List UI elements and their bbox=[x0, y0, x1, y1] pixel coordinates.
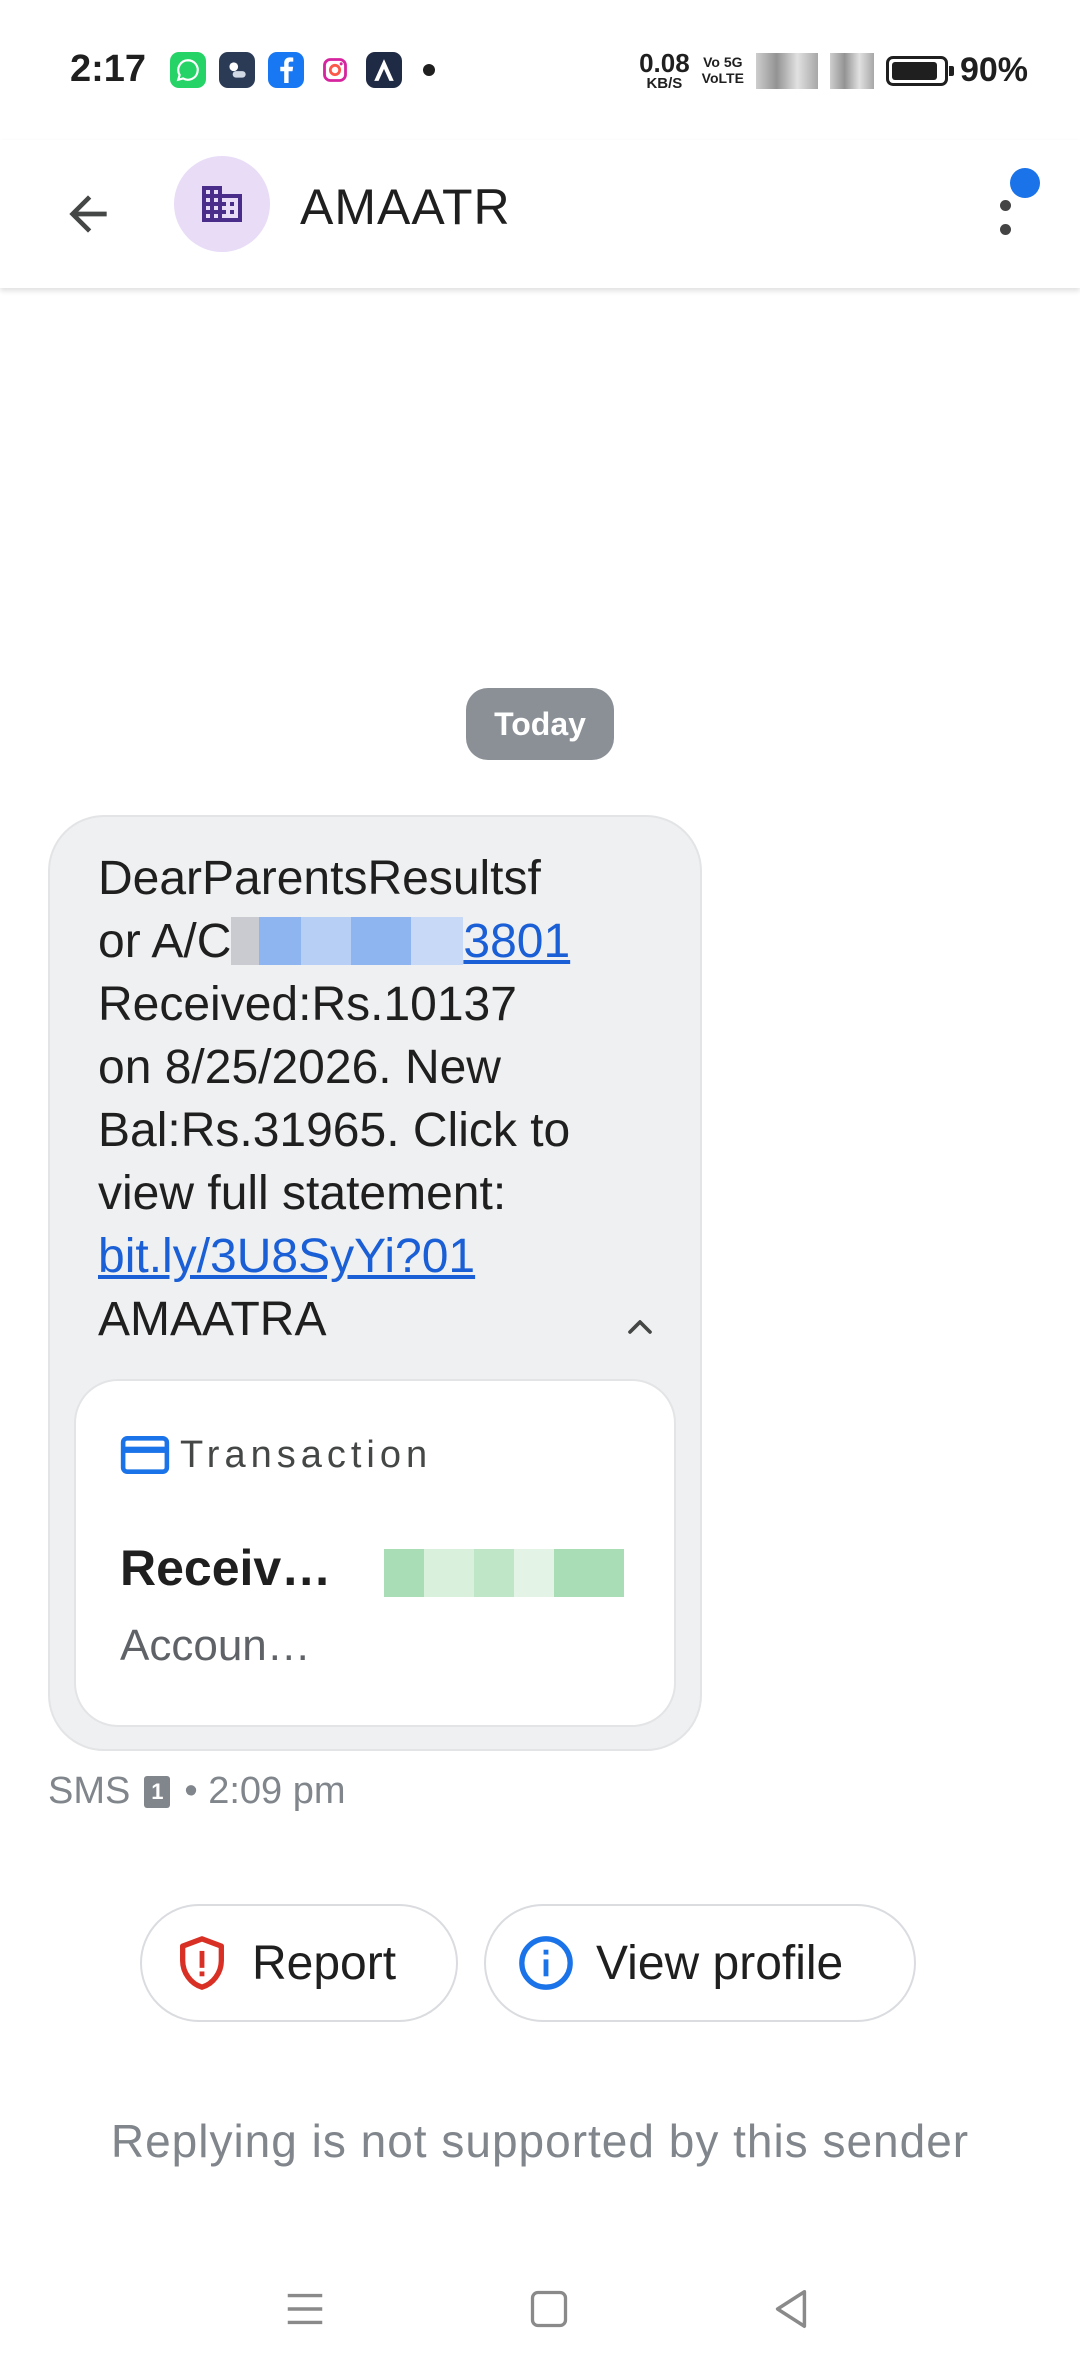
message-line: on 8/25/2026. New bbox=[98, 1041, 501, 1094]
notification-badge bbox=[1010, 168, 1040, 198]
message-line: or A/C 3801 bbox=[98, 915, 571, 968]
arch-icon bbox=[366, 52, 402, 88]
credit-card-icon bbox=[120, 1436, 170, 1474]
whatsapp-icon bbox=[170, 52, 206, 88]
message-type: SMS bbox=[48, 1770, 131, 1812]
message-time: • 2:09 pm bbox=[184, 1770, 346, 1812]
menu-dot bbox=[1000, 200, 1011, 211]
message-line: AMAATRA bbox=[98, 1293, 327, 1346]
report-label: Report bbox=[252, 1936, 397, 1990]
building-icon bbox=[202, 186, 242, 222]
navigation-bar bbox=[0, 2262, 1080, 2352]
chevron-up-icon bbox=[628, 1320, 652, 1334]
instagram-icon bbox=[317, 52, 353, 88]
masked-amount bbox=[384, 1549, 624, 1597]
date-divider: Today bbox=[466, 688, 614, 760]
message-line: view full statement: bbox=[98, 1167, 507, 1220]
view-profile-button[interactable]: View profile bbox=[484, 1904, 916, 2022]
menu-lines-icon bbox=[287, 2293, 323, 2325]
info-icon bbox=[516, 1933, 576, 1993]
app-bar: AMAATR bbox=[0, 140, 1080, 288]
statement-link[interactable]: bit.ly/3U8SyYi?01 bbox=[98, 1225, 638, 1288]
report-shield-icon bbox=[172, 1933, 232, 1993]
card-type-label: Transaction bbox=[180, 1433, 433, 1476]
more-options-button[interactable] bbox=[986, 168, 1046, 258]
recents-button[interactable] bbox=[270, 2274, 340, 2344]
transaction-card[interactable]: Transaction Receiv… Accoun… bbox=[74, 1379, 676, 1727]
notification-icons bbox=[170, 52, 435, 88]
card-header: Transaction bbox=[120, 1433, 432, 1477]
message-text: DearParentsResultsf or A/C 3801 Received:… bbox=[98, 847, 638, 1351]
status-time: 2:17 bbox=[70, 48, 147, 90]
message-line: DearParentsResultsf bbox=[98, 852, 541, 905]
view-profile-label: View profile bbox=[596, 1936, 844, 1990]
battery-icon bbox=[885, 55, 954, 86]
message-line: Bal:Rs.31965. Click to bbox=[98, 1104, 571, 1157]
system-icons: 0.08 KB/S Vo 5G VoLTE 90% bbox=[639, 50, 1028, 91]
account-link[interactable]: 3801 bbox=[463, 915, 570, 968]
arrow-left-icon bbox=[69, 195, 107, 233]
home-button[interactable] bbox=[514, 2274, 584, 2344]
message-meta: SMS 1 • 2:09 pm bbox=[48, 1770, 346, 1813]
masked-account-number bbox=[231, 917, 464, 965]
network-speed: 0.08 KB/S bbox=[639, 48, 690, 92]
collapse-button[interactable] bbox=[610, 1297, 670, 1357]
sim-icon: 1 bbox=[144, 1775, 171, 1808]
volte-indicator: Vo 5G VoLTE bbox=[701, 54, 744, 86]
facebook-icon bbox=[268, 52, 304, 88]
card-subtitle: Accoun… bbox=[120, 1621, 311, 1670]
card-title: Receiv… bbox=[120, 1540, 332, 1596]
more-notifications-dot bbox=[423, 64, 435, 76]
signal-icon-2 bbox=[829, 52, 874, 89]
contact-name[interactable]: AMAATR bbox=[300, 178, 511, 236]
signal-icon bbox=[755, 52, 818, 89]
report-button[interactable]: Report bbox=[140, 1904, 458, 2022]
square-icon bbox=[530, 2290, 568, 2328]
triangle-back-icon bbox=[775, 2290, 807, 2328]
reply-not-supported-note: Replying is not supported by this sender bbox=[110, 2115, 970, 2167]
battery-percent: 90% bbox=[959, 51, 1028, 89]
back-button[interactable] bbox=[48, 174, 128, 254]
message-bubble[interactable]: DearParentsResultsf or A/C 3801 Received:… bbox=[48, 815, 702, 1751]
status-bar: 2:17 0.08 KB/S Vo 5G VoLTE 90% bbox=[0, 0, 1080, 140]
back-nav-button[interactable] bbox=[756, 2274, 826, 2344]
weather-icon bbox=[219, 52, 255, 88]
avatar[interactable] bbox=[174, 156, 270, 252]
menu-dot bbox=[1000, 224, 1011, 235]
message-line: Received:Rs.10137 bbox=[98, 978, 517, 1031]
